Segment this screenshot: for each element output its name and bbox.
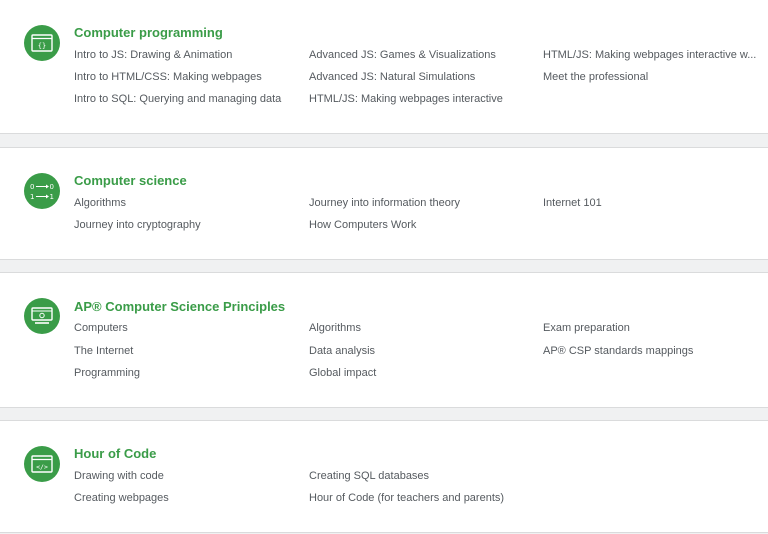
subject-card-computer-science: 0 0 1 1 Computer science Algorithms Jour…: [0, 147, 768, 260]
svg-text:1: 1: [30, 193, 34, 201]
topic-link[interactable]: Intro to SQL: Querying and managing data: [74, 93, 302, 105]
topic-link[interactable]: How Computers Work: [309, 219, 537, 231]
svg-text:</>: </>: [36, 463, 48, 471]
topic-link[interactable]: Journey into information theory: [309, 197, 537, 209]
topic-link[interactable]: Algorithms: [74, 197, 302, 209]
section-title[interactable]: Computer science: [74, 173, 187, 188]
subject-card-hour-of-code: </> Hour of Code Drawing with code Creat…: [0, 420, 768, 533]
subject-card-ap-csp: AP® Computer Science Principles Computer…: [0, 272, 768, 408]
svg-text:0: 0: [50, 183, 54, 191]
svg-text:1: 1: [50, 193, 54, 201]
topic-link[interactable]: Intro to JS: Drawing & Animation: [74, 49, 302, 61]
topic-link[interactable]: Creating webpages: [74, 492, 302, 504]
section-title[interactable]: Hour of Code: [74, 446, 156, 461]
topic-link[interactable]: Creating SQL databases: [309, 470, 537, 482]
topic-link[interactable]: Journey into cryptography: [74, 219, 302, 231]
topic-link[interactable]: Hour of Code (for teachers and parents): [309, 492, 537, 504]
topic-link[interactable]: HTML/JS: Making webpages interactive w..…: [543, 49, 760, 61]
topic-link[interactable]: The Internet: [74, 345, 302, 357]
topic-link[interactable]: Computers: [74, 322, 302, 334]
section-title[interactable]: Computer programming: [74, 25, 223, 40]
topic-link[interactable]: Data analysis: [309, 345, 537, 357]
topic-link[interactable]: Advanced JS: Natural Simulations: [309, 71, 537, 83]
topic-link[interactable]: HTML/JS: Making webpages interactive: [309, 93, 537, 105]
topic-link[interactable]: Internet 101: [543, 197, 760, 209]
code-window-icon: {}: [24, 25, 60, 61]
topic-link[interactable]: Drawing with code: [74, 470, 302, 482]
section-title[interactable]: AP® Computer Science Principles: [74, 299, 285, 314]
topic-link[interactable]: Intro to HTML/CSS: Making webpages: [74, 71, 302, 83]
svg-text:0: 0: [30, 183, 34, 191]
topic-link[interactable]: Exam preparation: [543, 322, 760, 334]
topic-link[interactable]: AP® CSP standards mappings: [543, 345, 760, 357]
binary-arrows-icon: 0 0 1 1: [24, 173, 60, 209]
monitor-icon: [24, 298, 60, 334]
topic-link[interactable]: Programming: [74, 367, 302, 379]
topic-link[interactable]: Advanced JS: Games & Visualizations: [309, 49, 537, 61]
subject-card-computer-programming: {} Computer programming Intro to JS: Dra…: [0, 0, 768, 134]
topic-link[interactable]: Meet the professional: [543, 71, 760, 83]
topic-link[interactable]: Algorithms: [309, 322, 537, 334]
topic-link[interactable]: Global impact: [309, 367, 537, 379]
code-tag-window-icon: </>: [24, 446, 60, 482]
svg-text:{}: {}: [38, 42, 46, 50]
